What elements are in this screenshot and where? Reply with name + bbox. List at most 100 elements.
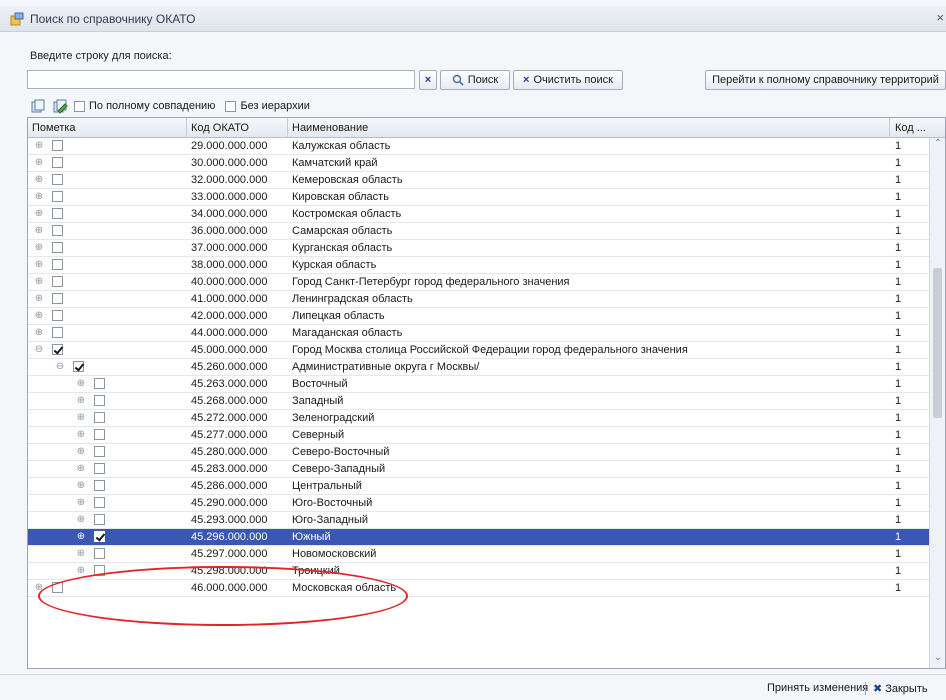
row-mark-checkbox[interactable]: [94, 480, 105, 491]
collapse-icon[interactable]: ⊖: [55, 362, 65, 372]
table-row[interactable]: ⊕ 33.000.000.000 Кировская область 1: [28, 189, 930, 206]
table-row[interactable]: ⊕ 45.272.000.000 Зеленоградский 1: [28, 410, 930, 427]
row-mark-checkbox[interactable]: [52, 310, 63, 321]
table-row[interactable]: ⊕ 45.297.000.000 Новомосковский 1: [28, 546, 930, 563]
close-button[interactable]: ✖ Закрыть: [873, 682, 928, 696]
add-row-icon[interactable]: [30, 98, 46, 114]
row-mark-checkbox[interactable]: [94, 395, 105, 406]
scroll-thumb[interactable]: [933, 268, 942, 418]
table-row[interactable]: ⊕ 45.298.000.000 Троицкий 1: [28, 563, 930, 580]
table-row[interactable]: ⊕ 45.277.000.000 Северный 1: [28, 427, 930, 444]
table-row[interactable]: ⊕ 36.000.000.000 Самарская область 1: [28, 223, 930, 240]
accept-changes-button[interactable]: Принять изменения: [767, 682, 868, 694]
no-hierarchy-checkbox[interactable]: [225, 100, 237, 112]
table-row[interactable]: ⊕ 32.000.000.000 Кемеровская область 1: [28, 172, 930, 189]
row-mark-checkbox[interactable]: [94, 497, 105, 508]
row-mark-checkbox[interactable]: [52, 225, 63, 236]
search-input[interactable]: [27, 70, 415, 89]
row-mark-checkbox[interactable]: [52, 208, 63, 219]
column-header-code[interactable]: Код ОКАТО: [191, 122, 249, 134]
row-mark-checkbox[interactable]: [94, 429, 105, 440]
expand-icon[interactable]: ⊕: [76, 566, 86, 576]
edit-row-icon[interactable]: [52, 98, 68, 114]
expand-icon[interactable]: ⊕: [34, 209, 44, 219]
row-mark-checkbox[interactable]: [94, 565, 105, 576]
expand-icon[interactable]: ⊕: [76, 532, 86, 542]
row-mark-checkbox[interactable]: [52, 276, 63, 287]
expand-icon[interactable]: ⊕: [76, 464, 86, 474]
table-row[interactable]: ⊕ 42.000.000.000 Липецкая область 1: [28, 308, 930, 325]
expand-icon[interactable]: ⊕: [76, 515, 86, 525]
expand-icon[interactable]: ⊕: [34, 243, 44, 253]
table-row[interactable]: ⊕ 44.000.000.000 Магаданская область 1: [28, 325, 930, 342]
column-header-kod[interactable]: Код ...: [895, 122, 926, 134]
table-row[interactable]: ⊕ 45.296.000.000 Южный 1: [28, 529, 930, 546]
row-mark-checkbox[interactable]: [94, 463, 105, 474]
vertical-scrollbar[interactable]: ⌃ ⌄: [929, 138, 945, 668]
expand-icon[interactable]: ⊕: [76, 549, 86, 559]
exact-match-checkbox[interactable]: [74, 100, 85, 112]
expand-icon[interactable]: ⊕: [34, 260, 44, 270]
expand-icon[interactable]: ⊕: [34, 294, 44, 304]
column-header-name[interactable]: Наименование: [292, 122, 368, 134]
row-mark-checkbox[interactable]: [94, 531, 105, 542]
table-row[interactable]: ⊕ 45.290.000.000 Юго-Восточный 1: [28, 495, 930, 512]
table-row[interactable]: ⊕ 30.000.000.000 Камчатский край 1: [28, 155, 930, 172]
table-row[interactable]: ⊕ 45.283.000.000 Северо-Западный 1: [28, 461, 930, 478]
table-row[interactable]: ⊕ 45.286.000.000 Центральный 1: [28, 478, 930, 495]
table-row[interactable]: ⊕ 29.000.000.000 Калужская область 1: [28, 138, 930, 155]
expand-icon[interactable]: ⊕: [34, 175, 44, 185]
expand-icon[interactable]: ⊕: [34, 328, 44, 338]
table-row[interactable]: ⊖ 45.260.000.000 Административные округа г…: [28, 359, 930, 376]
exact-match-option[interactable]: По полному совпадению: [74, 100, 215, 112]
expand-icon[interactable]: ⊕: [34, 583, 44, 593]
expand-icon[interactable]: ⊕: [34, 226, 44, 236]
row-mark-checkbox[interactable]: [52, 582, 63, 593]
table-row[interactable]: ⊕ 34.000.000.000 Костромская область 1: [28, 206, 930, 223]
row-mark-checkbox[interactable]: [52, 242, 63, 253]
expand-icon[interactable]: ⊕: [76, 481, 86, 491]
search-button[interactable]: Поиск: [440, 70, 510, 90]
collapse-icon[interactable]: ⊖: [34, 345, 44, 355]
row-mark-checkbox[interactable]: [52, 344, 63, 355]
row-mark-checkbox[interactable]: [52, 191, 63, 202]
row-mark-checkbox[interactable]: [94, 514, 105, 525]
row-mark-checkbox[interactable]: [94, 446, 105, 457]
table-row[interactable]: ⊕ 46.000.000.000 Московская область 1: [28, 580, 930, 597]
column-header-mark[interactable]: Пометка: [32, 122, 76, 134]
row-mark-checkbox[interactable]: [52, 293, 63, 304]
expand-icon[interactable]: ⊕: [76, 430, 86, 440]
row-mark-checkbox[interactable]: [52, 157, 63, 168]
table-row[interactable]: ⊕ 45.293.000.000 Юго-Западный 1: [28, 512, 930, 529]
scroll-down-icon[interactable]: ⌄: [930, 652, 945, 668]
row-mark-checkbox[interactable]: [94, 378, 105, 389]
table-row[interactable]: ⊕ 40.000.000.000 Город Санкт-Петербург гор…: [28, 274, 930, 291]
row-mark-checkbox[interactable]: [52, 174, 63, 185]
expand-icon[interactable]: ⊕: [34, 277, 44, 287]
table-row[interactable]: ⊕ 38.000.000.000 Курская область 1: [28, 257, 930, 274]
table-row[interactable]: ⊕ 37.000.000.000 Курганская область 1: [28, 240, 930, 257]
table-row[interactable]: ⊕ 41.000.000.000 Ленинградская область 1: [28, 291, 930, 308]
row-mark-checkbox[interactable]: [73, 361, 84, 372]
expand-icon[interactable]: ⊕: [34, 192, 44, 202]
expand-icon[interactable]: ⊕: [34, 158, 44, 168]
row-mark-checkbox[interactable]: [52, 327, 63, 338]
expand-icon[interactable]: ⊕: [76, 413, 86, 423]
table-row[interactable]: ⊕ 45.280.000.000 Северо-Восточный 1: [28, 444, 930, 461]
row-mark-checkbox[interactable]: [94, 412, 105, 423]
row-mark-checkbox[interactable]: [94, 548, 105, 559]
goto-full-directory-button[interactable]: Перейти к полному справочнику территорий: [705, 70, 946, 90]
expand-icon[interactable]: ⊕: [34, 311, 44, 321]
no-hierarchy-option[interactable]: Без иерархии: [225, 100, 310, 112]
row-mark-checkbox[interactable]: [52, 259, 63, 270]
clear-field-button[interactable]: ×: [419, 70, 437, 90]
row-mark-checkbox[interactable]: [52, 140, 63, 151]
clear-search-button[interactable]: × Очистить поиск: [513, 70, 623, 90]
expand-icon[interactable]: ⊕: [76, 498, 86, 508]
expand-icon[interactable]: ⊕: [34, 141, 44, 151]
table-row[interactable]: ⊖ 45.000.000.000 Город Москва столица Росс…: [28, 342, 930, 359]
table-row[interactable]: ⊕ 45.263.000.000 Восточный 1: [28, 376, 930, 393]
scroll-up-icon[interactable]: ⌃: [930, 138, 945, 154]
expand-icon[interactable]: ⊕: [76, 396, 86, 406]
expand-icon[interactable]: ⊕: [76, 447, 86, 457]
